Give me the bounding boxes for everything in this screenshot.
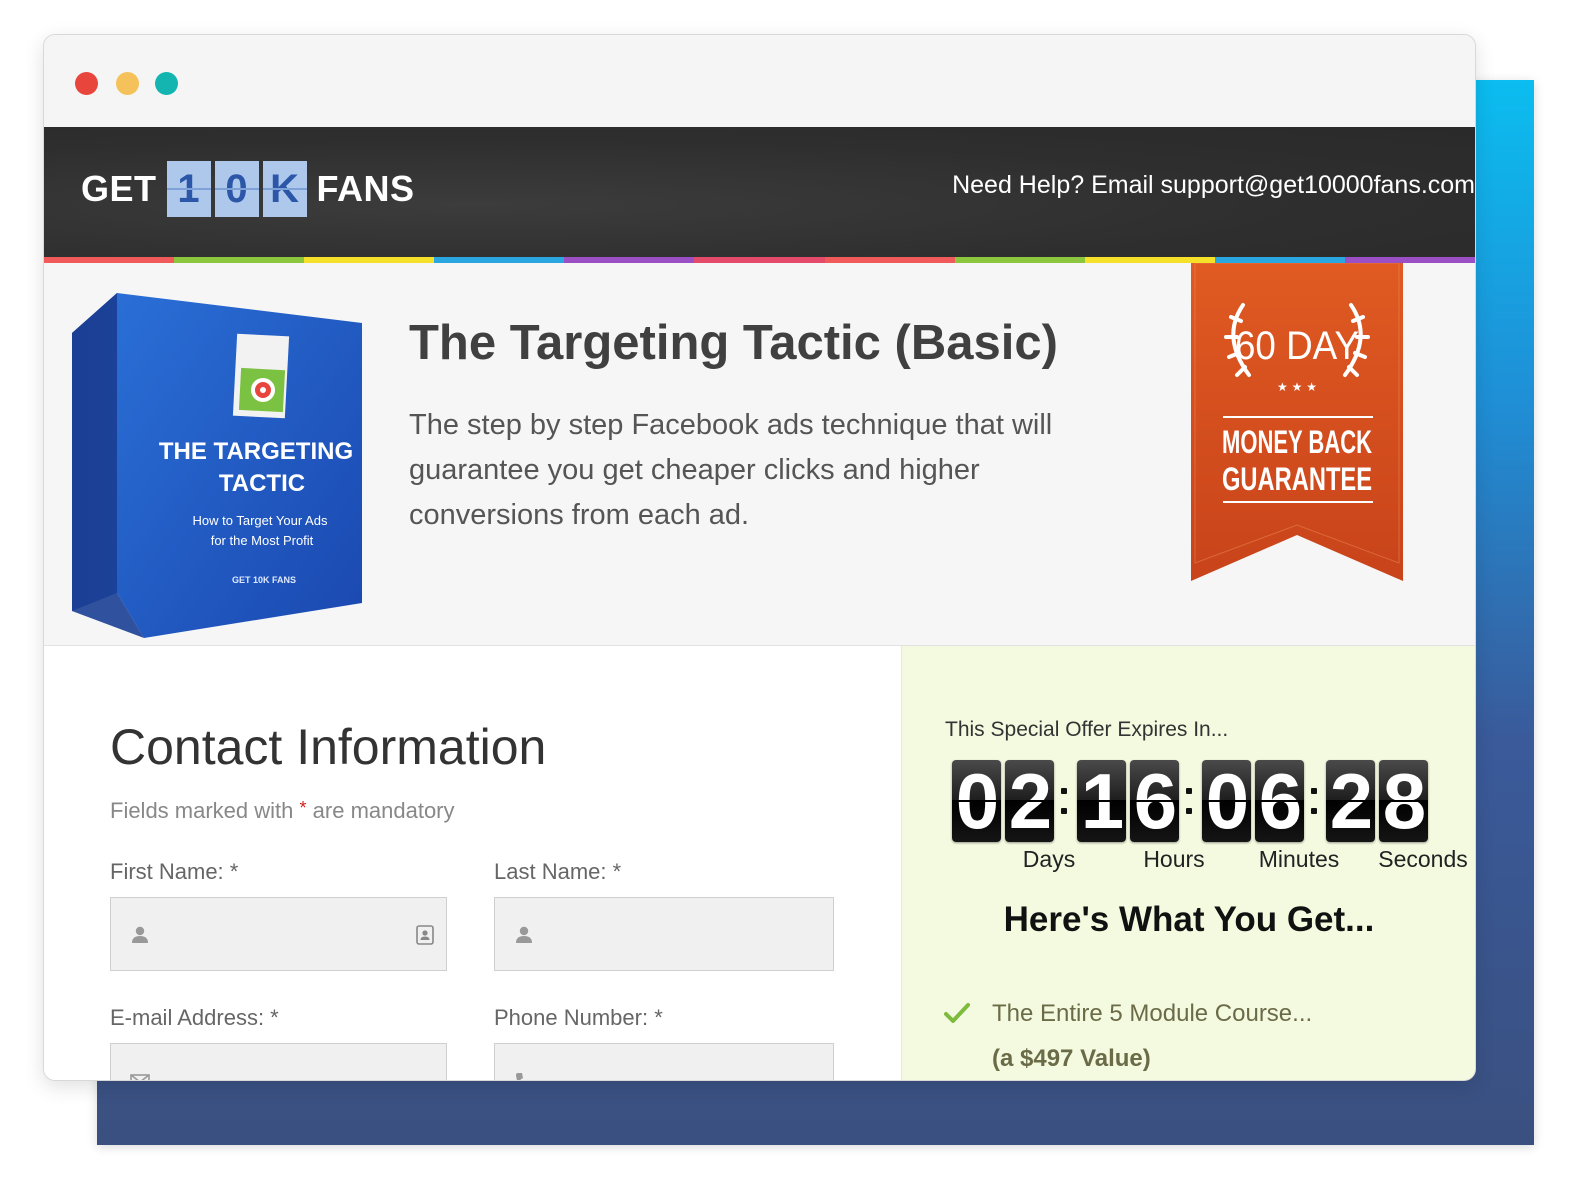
- minutes-digit: 0: [1202, 760, 1251, 842]
- site-header: GET 1 0 K FANS Need Help? Email support@…: [44, 127, 1475, 257]
- box-title-line1: THE TARGETING: [159, 438, 353, 465]
- last-name-field[interactable]: [494, 897, 834, 971]
- timer-separator: [1060, 760, 1068, 842]
- contact-form-section: Contact Information Fields marked with *…: [44, 646, 901, 1080]
- guarantee-line1: MONEY BACK: [1222, 424, 1372, 460]
- close-window-button[interactable]: [75, 72, 98, 95]
- benefit-item: The Entire 5 Module Course...: [992, 1000, 1313, 1027]
- contact-card-icon[interactable]: [414, 924, 436, 946]
- product-description: The step by step Facebook ads technique …: [409, 409, 1053, 531]
- phone-field[interactable]: [494, 1043, 834, 1080]
- seconds-label: Seconds: [1378, 846, 1468, 872]
- logo-word-get: GET: [81, 168, 157, 209]
- product-title: The Targeting Tactic (Basic): [409, 316, 1058, 370]
- minutes-label: Minutes: [1258, 846, 1340, 872]
- phone-label: Phone Number: *: [494, 1005, 663, 1030]
- site-logo[interactable]: GET 1 0 K FANS: [81, 161, 415, 217]
- checkmark-icon: [944, 1003, 970, 1023]
- phone-icon: [516, 1073, 523, 1080]
- box-subtitle-line2: for the Most Profit: [211, 533, 314, 548]
- maximize-window-button[interactable]: [155, 72, 178, 95]
- box-title-line2: TACTIC: [219, 470, 305, 497]
- product-box-image: THE TARGETING TACTIC How to Target Your …: [72, 293, 362, 638]
- logo-word-fans: FANS: [316, 168, 415, 209]
- guarantee-stars: ★ ★ ★: [1277, 380, 1317, 394]
- user-icon: [516, 926, 532, 943]
- timer-separator: [1310, 760, 1318, 842]
- user-icon: [132, 926, 148, 943]
- guarantee-days: 60 DAY: [1235, 324, 1359, 369]
- hours-digit: 1: [1077, 760, 1126, 842]
- seconds-digit: 2: [1326, 760, 1375, 842]
- mandatory-text-post: are mandatory: [312, 798, 455, 823]
- days-digit: 0: [952, 760, 1001, 842]
- timer-separator: [1185, 760, 1193, 842]
- benefit-value: (a $497 Value): [992, 1045, 1151, 1072]
- required-star: *: [299, 798, 307, 818]
- email-field[interactable]: [110, 1043, 447, 1080]
- minimize-window-button[interactable]: [116, 72, 139, 95]
- days-digit: 2: [1005, 760, 1054, 842]
- what-you-get-heading: Here's What You Get...: [1003, 900, 1375, 939]
- contact-title: Contact Information: [110, 719, 547, 775]
- first-name-label: First Name: *: [110, 859, 239, 884]
- browser-window: GET 1 0 K FANS Need Help? Email support@…: [43, 34, 1476, 1081]
- logo-digit: K: [262, 161, 307, 217]
- hours-label: Hours: [1143, 846, 1205, 872]
- hours-digit: 6: [1130, 760, 1179, 842]
- minutes-digit: 6: [1255, 760, 1304, 842]
- first-name-field[interactable]: [110, 897, 447, 971]
- help-email-link[interactable]: Need Help? Email support@get10000fans.co…: [952, 171, 1475, 200]
- mandatory-text-pre: Fields marked with: [110, 798, 294, 823]
- days-label: Days: [1022, 846, 1076, 872]
- logo-digit: 1: [166, 161, 211, 217]
- seconds-digit: 8: [1379, 760, 1428, 842]
- money-back-guarantee-badge: 60 DAY ★ ★ ★ MONEY BACK GUARANTEE: [1191, 263, 1403, 581]
- last-name-label: Last Name: *: [494, 859, 622, 884]
- window-titlebar: [44, 35, 1475, 128]
- envelope-icon: [130, 1074, 150, 1080]
- box-subtitle-line1: How to Target Your Ads: [193, 513, 328, 528]
- offer-expires-text: This Special Offer Expires In...: [945, 718, 1229, 741]
- email-label: E-mail Address: *: [110, 1005, 279, 1030]
- logo-digit: 0: [214, 161, 259, 217]
- guarantee-line2: GUARANTEE: [1222, 461, 1372, 497]
- offer-sidebar: This Special Offer Expires In... 0 2 1 6…: [901, 646, 1475, 1080]
- box-brand: GET 10K FANS: [232, 575, 296, 585]
- mandatory-note: Fields marked with * are mandatory: [110, 798, 455, 824]
